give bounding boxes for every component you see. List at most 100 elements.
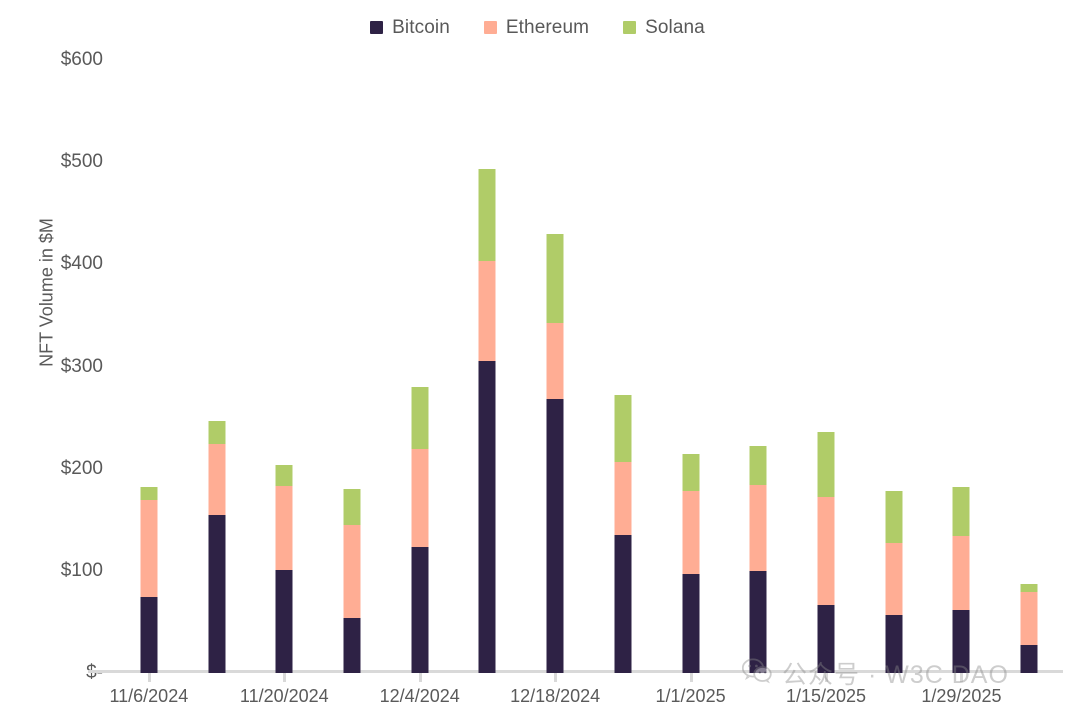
- bar-segment-bitcoin[interactable]: [343, 617, 361, 673]
- legend-swatch-bitcoin: [370, 21, 384, 34]
- bar-stack[interactable]: [1020, 584, 1038, 673]
- bar-segment-bitcoin[interactable]: [614, 535, 632, 673]
- bar-segment-ethereum[interactable]: [749, 485, 767, 571]
- bar-segment-solana[interactable]: [885, 491, 903, 544]
- bar-slot: [657, 60, 725, 682]
- bar-stack[interactable]: [140, 487, 158, 673]
- bar-segment-solana[interactable]: [208, 420, 226, 445]
- x-axis-tick-mark: [283, 673, 287, 682]
- legend-item-ethereum[interactable]: Ethereum: [483, 17, 590, 38]
- bar-segment-bitcoin[interactable]: [275, 569, 293, 673]
- bar-stack[interactable]: [614, 395, 632, 673]
- bar-segment-bitcoin[interactable]: [208, 514, 226, 673]
- y-axis-title: NFT Volume in $M: [36, 218, 57, 367]
- bar-slot: [995, 60, 1063, 673]
- bar-segment-ethereum[interactable]: [546, 322, 564, 400]
- x-axis-tick-mark: [418, 673, 422, 682]
- bar-segment-solana[interactable]: [478, 169, 496, 262]
- bar-segment-ethereum[interactable]: [682, 491, 700, 574]
- bar-segment-solana[interactable]: [275, 464, 293, 487]
- chart-legend: Bitcoin Ethereum Solana: [0, 18, 1075, 37]
- bar-segment-ethereum[interactable]: [614, 461, 632, 536]
- bar-slot: [250, 60, 318, 682]
- bar-segment-ethereum[interactable]: [478, 261, 496, 362]
- bar-segment-solana[interactable]: [546, 233, 564, 323]
- bar-slot: [860, 60, 928, 673]
- bar-segment-bitcoin[interactable]: [411, 547, 429, 673]
- x-axis-tick-label: 12/4/2024: [379, 686, 460, 706]
- bar-segment-solana[interactable]: [952, 487, 970, 537]
- stacked-bar-chart: Bitcoin Ethereum Solana NFT Volume in $M…: [0, 0, 1075, 723]
- bar-slot: [115, 60, 183, 682]
- bar-segment-bitcoin[interactable]: [952, 609, 970, 673]
- bar-segment-bitcoin[interactable]: [749, 570, 767, 673]
- y-axis-tick-label: $500: [60, 151, 103, 173]
- bar-segment-solana[interactable]: [411, 386, 429, 450]
- plot-area: $600 $500 $400 $300 $200 $100 $-: [61, 49, 1063, 683]
- y-axis-tick-label: $200: [60, 457, 103, 479]
- legend-label-ethereum: Ethereum: [505, 17, 590, 38]
- bar-segment-ethereum[interactable]: [952, 536, 970, 610]
- legend-item-solana[interactable]: Solana: [623, 18, 705, 37]
- y-axis-tick-label: $300: [60, 355, 103, 377]
- bar-slot: [724, 60, 792, 673]
- bar-segment-bitcoin[interactable]: [546, 399, 564, 673]
- bar-slot: [792, 60, 860, 682]
- bar-segment-solana[interactable]: [749, 446, 767, 486]
- x-axis-tick-label: 1/15/2025: [785, 686, 867, 706]
- x-axis-tick-label: 1/1/2025: [655, 686, 726, 706]
- bar-segment-bitcoin[interactable]: [140, 597, 158, 673]
- bar-segment-bitcoin[interactable]: [478, 361, 496, 673]
- bar-stack[interactable]: [411, 386, 429, 673]
- bar-stack[interactable]: [885, 491, 903, 673]
- bar-segment-bitcoin[interactable]: [885, 614, 903, 673]
- legend-swatch-solana: [623, 21, 637, 34]
- bar-stack[interactable]: [208, 420, 226, 673]
- bar-stack[interactable]: [343, 489, 361, 673]
- x-axis-tick-label: 11/20/2024: [239, 686, 329, 706]
- bar-segment-bitcoin[interactable]: [682, 573, 700, 673]
- bar-segment-ethereum[interactable]: [343, 524, 361, 618]
- x-axis-tick-mark: [554, 673, 558, 682]
- x-axis-tick-mark: [689, 673, 693, 682]
- bar-segment-solana[interactable]: [817, 431, 835, 498]
- bar-segment-ethereum[interactable]: [817, 497, 835, 605]
- bar-slot: [183, 60, 251, 673]
- bar-segment-ethereum[interactable]: [140, 500, 158, 598]
- x-axis-tick-mark: [825, 673, 829, 682]
- bar-stack[interactable]: [817, 431, 835, 673]
- y-axis-tick-label: $400: [60, 253, 103, 275]
- legend-label-solana: Solana: [645, 17, 705, 38]
- x-axis-tick-mark: [960, 673, 964, 682]
- legend-swatch-ethereum: [483, 21, 497, 34]
- bar-series-group: [115, 60, 1063, 682]
- bar-segment-ethereum[interactable]: [208, 444, 226, 515]
- bar-stack[interactable]: [478, 169, 496, 673]
- bar-slot: [386, 60, 454, 682]
- bar-slot: [521, 60, 589, 682]
- bar-segment-ethereum[interactable]: [885, 543, 903, 615]
- bar-segment-ethereum[interactable]: [275, 486, 293, 570]
- x-axis-tick-mark: [147, 673, 151, 682]
- bar-segment-solana[interactable]: [1020, 584, 1038, 593]
- y-axis-tick-label: $-: [86, 662, 103, 684]
- bar-segment-solana[interactable]: [343, 489, 361, 525]
- bar-stack[interactable]: [546, 233, 564, 673]
- x-axis-labels: 11/6/2024 11/20/2024 12/4/2024 12/18/2024 1/…: [109, 686, 1063, 714]
- bar-stack[interactable]: [749, 446, 767, 673]
- x-axis-tick-label: 1/29/2025: [921, 686, 1002, 706]
- bar-segment-solana[interactable]: [140, 487, 158, 501]
- bar-stack[interactable]: [952, 487, 970, 673]
- legend-item-bitcoin[interactable]: Bitcoin: [370, 18, 450, 37]
- y-axis-tick-label: $100: [60, 559, 103, 581]
- bar-segment-ethereum[interactable]: [1020, 592, 1038, 646]
- bar-segment-ethereum[interactable]: [411, 449, 429, 548]
- bar-slot: [589, 60, 657, 673]
- bar-slot: [318, 60, 386, 673]
- bar-segment-bitcoin[interactable]: [1020, 645, 1038, 673]
- bar-segment-solana[interactable]: [682, 454, 700, 492]
- bar-segment-bitcoin[interactable]: [817, 604, 835, 673]
- bar-segment-solana[interactable]: [614, 395, 632, 462]
- bar-stack[interactable]: [275, 464, 293, 673]
- bar-stack[interactable]: [682, 454, 700, 673]
